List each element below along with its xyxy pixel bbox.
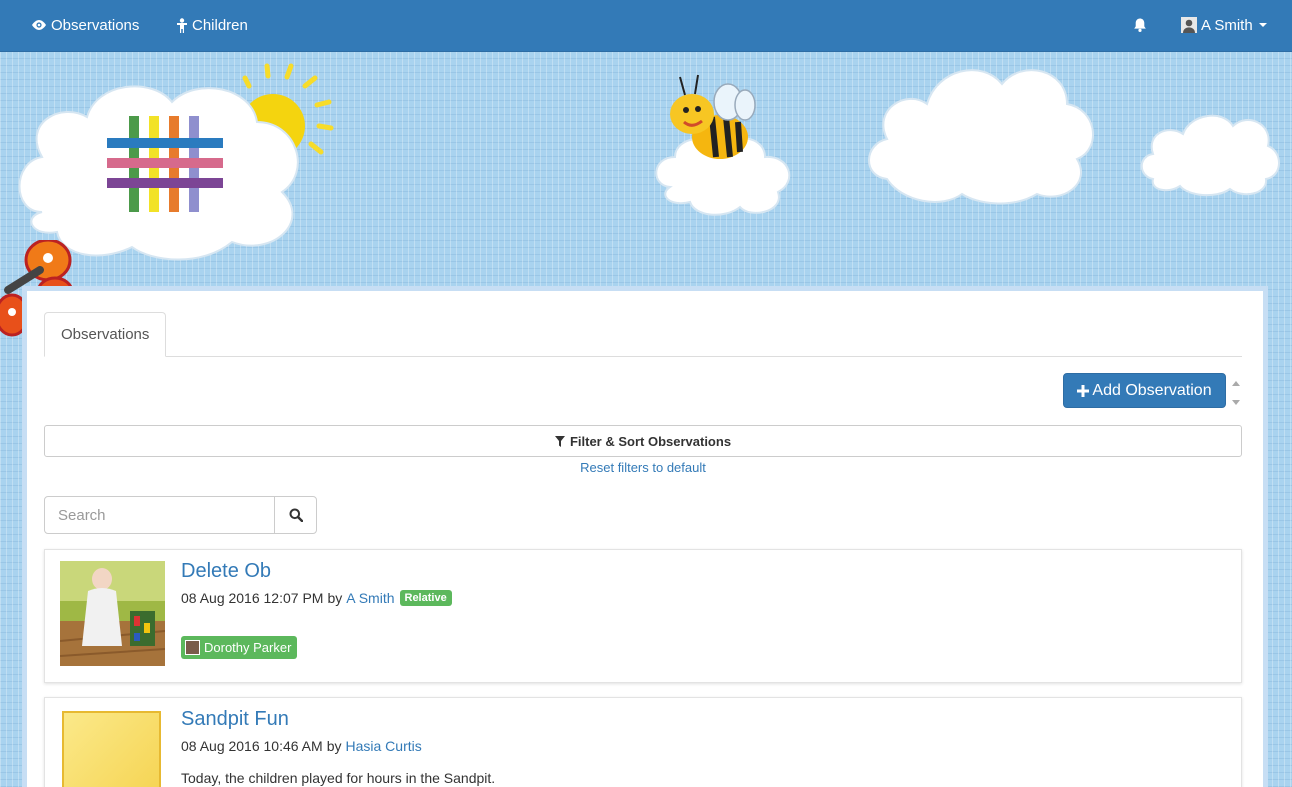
reset-filters-link[interactable]: Reset filters to default: [44, 460, 1242, 475]
notifications-button[interactable]: [1132, 0, 1152, 50]
observation-description: Today, the children played for hours in …: [181, 770, 496, 786]
add-observation-label: Add Observation: [1092, 381, 1212, 399]
user-name: A Smith: [1201, 16, 1253, 34]
observation-card[interactable]: Sandpit Fun 08 Aug 2016 10:46 AM by Hasi…: [44, 697, 1242, 787]
by-text: by: [327, 590, 343, 606]
nav-observations-link[interactable]: Observations: [31, 0, 139, 50]
observation-meta: 08 Aug 2016 12:07 PM by A Smith Relative: [181, 590, 452, 606]
tab-observations-label: Observations: [61, 326, 150, 343]
chevron-down-icon: [1258, 23, 1267, 27]
observation-photo[interactable]: [60, 561, 165, 666]
top-navbar: Observations Children A Smith: [0, 0, 1292, 52]
bee-cloud-illustration: [655, 74, 791, 216]
search-icon: [289, 508, 303, 522]
bell-icon: [1134, 18, 1146, 32]
observation-card[interactable]: Delete Ob 08 Aug 2016 12:07 PM by A Smit…: [44, 549, 1242, 683]
chevron-up-icon[interactable]: [1232, 381, 1240, 386]
cloud-illustration: [868, 69, 1094, 205]
main-panel: Observations Add Observation Filter & So…: [22, 286, 1268, 787]
child-tag[interactable]: Dorothy Parker: [181, 636, 298, 659]
add-observation-button[interactable]: Add Observation: [1063, 373, 1226, 408]
observation-meta: 08 Aug 2016 10:46 AM by Hasia Curtis: [181, 738, 422, 754]
by-text: by: [326, 738, 342, 754]
filter-icon: [554, 435, 565, 447]
filter-sort-toggle[interactable]: Filter & Sort Observations: [44, 425, 1242, 457]
observation-note-thumbnail[interactable]: [60, 709, 165, 787]
tab-observations[interactable]: Observations: [44, 312, 167, 357]
search-button[interactable]: [274, 496, 317, 534]
chevron-down-icon[interactable]: [1232, 400, 1240, 405]
small-cloud-illustration: [1140, 114, 1280, 197]
nav-observations-label: Observations: [51, 16, 140, 34]
filter-sort-label: Filter & Sort Observations: [569, 433, 732, 449]
search-input[interactable]: [44, 496, 275, 534]
eye-icon: [32, 20, 46, 30]
observation-date: 08 Aug 2016 12:07 PM: [181, 590, 324, 606]
app-logo: [107, 116, 223, 212]
observation-title[interactable]: Delete Ob: [181, 560, 271, 583]
child-tag-label: Dorothy Parker: [204, 640, 292, 655]
author-link[interactable]: A Smith: [346, 590, 394, 606]
plus-icon: [1077, 384, 1090, 397]
observation-date: 08 Aug 2016 10:46 AM: [181, 738, 323, 754]
author-link[interactable]: Hasia Curtis: [345, 738, 421, 754]
nav-children-link[interactable]: Children: [176, 0, 248, 50]
scroll-stepper[interactable]: [1231, 377, 1241, 411]
child-icon: [177, 17, 187, 33]
header-illustration: [0, 52, 1292, 337]
tab-bar: Observations: [44, 312, 1242, 357]
nav-children-label: Children: [192, 16, 248, 34]
author-role-badge: Relative: [399, 590, 452, 606]
observation-title[interactable]: Sandpit Fun: [181, 708, 289, 731]
child-avatar: [185, 640, 200, 655]
user-menu-dropdown[interactable]: A Smith: [1181, 0, 1267, 50]
user-icon: [1181, 17, 1197, 33]
